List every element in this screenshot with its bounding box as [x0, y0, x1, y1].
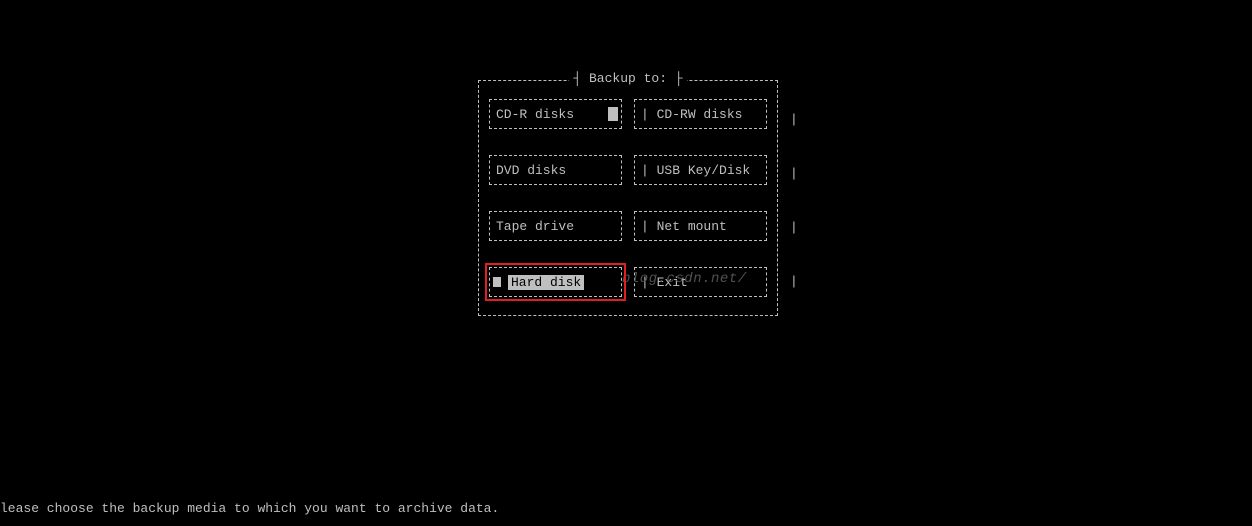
- dialog-title-wrap: Backup to:: [479, 71, 777, 86]
- option-harddisk[interactable]: Hard disk: [489, 267, 622, 297]
- option-label: Hard disk: [508, 275, 584, 290]
- option-grid: CD-R disks CD-RW disks DVD disks USB Key…: [489, 99, 767, 297]
- option-tape[interactable]: Tape drive: [489, 211, 622, 241]
- option-label: DVD disks: [496, 163, 566, 178]
- frame-glyph: |: [790, 112, 798, 127]
- frame-glyph: |: [790, 166, 798, 181]
- option-label: CD-R disks: [496, 107, 574, 122]
- backup-dialog: Backup to: CD-R disks CD-RW disks DVD di…: [478, 80, 778, 316]
- option-cdr[interactable]: CD-R disks: [489, 99, 622, 129]
- status-message: lease choose the backup media to which y…: [0, 501, 499, 516]
- option-label: Exit: [641, 275, 688, 290]
- option-label: Tape drive: [496, 219, 574, 234]
- option-cdrw[interactable]: CD-RW disks: [634, 99, 767, 129]
- frame-glyph: |: [790, 274, 798, 289]
- option-dvd[interactable]: DVD disks: [489, 155, 622, 185]
- option-exit[interactable]: Exit: [634, 267, 767, 297]
- option-usb[interactable]: USB Key/Disk: [634, 155, 767, 185]
- frame-glyph: |: [790, 220, 798, 235]
- option-label: CD-RW disks: [641, 107, 742, 122]
- option-netmount[interactable]: Net mount: [634, 211, 767, 241]
- dialog-title: Backup to:: [569, 71, 686, 86]
- option-label: USB Key/Disk: [641, 163, 750, 178]
- option-label: Net mount: [641, 219, 727, 234]
